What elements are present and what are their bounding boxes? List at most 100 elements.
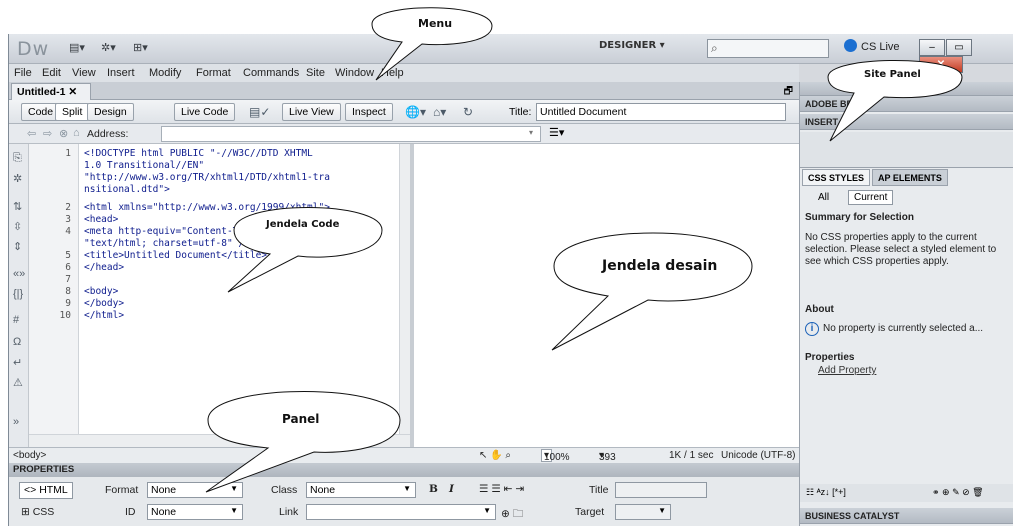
search-input[interactable]: ⌕ — [707, 39, 829, 58]
callout-menu-text: Menu — [418, 17, 453, 30]
link-input[interactable]: ▼ — [306, 504, 496, 520]
address-dropdown-icon[interactable]: ▾ — [529, 128, 533, 137]
maximize-button[interactable]: ▭ — [946, 39, 972, 56]
cs-live-button[interactable]: CS Live — [844, 39, 900, 53]
current-button[interactable]: Current — [848, 190, 894, 205]
css-styles-tab[interactable]: CSS STYLES — [802, 169, 871, 186]
add-property-link[interactable]: Add Property — [818, 365, 876, 377]
callout-bubble — [551, 232, 753, 351]
window-size[interactable]: 393 x 329 ▾ — [599, 450, 616, 485]
italic-button[interactable]: I — [449, 483, 454, 495]
title-label: Title: — [509, 106, 532, 118]
html-tab[interactable]: <> HTML — [19, 482, 73, 499]
document-toolbar: Code Split Design Live Code ▤✓ Live View… — [9, 100, 799, 124]
address-input[interactable] — [161, 126, 541, 142]
menu-site[interactable]: Site — [306, 67, 325, 79]
html-icon: <> — [24, 484, 37, 496]
expand-all-icon[interactable]: ⇕ — [13, 240, 22, 253]
select-tool-icon[interactable]: ↖ ✋ ⌕ — [479, 450, 511, 461]
document-tab[interactable]: Untitled-1 ✕ — [11, 83, 91, 100]
syntax-error-icon[interactable]: ⚠ — [13, 376, 23, 389]
menu-modify[interactable]: Modify — [149, 67, 181, 79]
zoom-select[interactable]: 100% ▾ — [541, 449, 570, 463]
live-view-button[interactable]: Live View — [282, 103, 341, 121]
right-panel-dock: ADOBE BR... INSERT CSS STYLES AP ELEMENT… — [799, 82, 1013, 526]
callout-panel-text: Panel — [282, 412, 320, 426]
line-numbers-icon[interactable]: # — [13, 314, 19, 326]
back-icon[interactable]: ⇦ — [27, 127, 36, 140]
forward-icon[interactable]: ⇨ — [43, 127, 52, 140]
menu-insert[interactable]: Insert — [107, 67, 135, 79]
code-line: <body> — [84, 286, 119, 297]
restore-document-icon[interactable]: 🗗 — [784, 84, 793, 101]
menu-file[interactable]: File — [14, 67, 32, 79]
browser-options-icon[interactable]: ☰▾ — [549, 126, 564, 139]
point-to-file-icon[interactable]: ⊕ 🗀 — [501, 506, 523, 524]
callout-bubble — [371, 7, 493, 81]
all-button[interactable]: All — [808, 190, 839, 205]
bold-button[interactable]: B — [429, 483, 438, 495]
refresh-icon[interactable]: ↻ — [463, 105, 473, 119]
code-line: nsitional.dtd"> — [84, 184, 170, 195]
title-input[interactable] — [615, 482, 707, 498]
line-number: 7 — [65, 274, 71, 285]
download-time: 1K / 1 sec — [669, 450, 714, 461]
highlight-invalid-icon[interactable]: Ω — [13, 336, 21, 348]
inspect-button[interactable]: Inspect — [345, 103, 393, 121]
select-parent-tag-icon[interactable]: «» — [13, 268, 25, 280]
properties-panel-header[interactable]: PROPERTIES — [9, 463, 799, 477]
code-line: <!DOCTYPE html PUBLIC "-//W3C//DTD XHTML — [84, 148, 313, 159]
preview-browser-icon[interactable]: 🌐▾ — [405, 105, 426, 119]
attach-stylesheet-icon[interactable]: ⚭ ⊕ ✎ ⊘ 🗑 — [932, 487, 984, 498]
collapse-selection-icon[interactable]: ⇳ — [13, 220, 22, 233]
show-code-navigator-icon[interactable]: ✲ — [13, 172, 22, 185]
document-title-input[interactable]: Untitled Document — [536, 103, 786, 121]
design-view-button[interactable]: Design — [87, 103, 134, 121]
tag-selector[interactable]: <body> — [13, 450, 46, 461]
id-select[interactable]: None ▼ — [147, 504, 243, 520]
callout-site-panel-text: Site Panel — [864, 69, 921, 80]
more-tools-icon[interactable]: » — [13, 416, 19, 428]
menu-commands[interactable]: Commands — [243, 67, 299, 79]
visual-aids-icon[interactable]: ⌂▾ — [433, 105, 446, 119]
title-label: Title — [589, 484, 609, 496]
line-number: 3 — [65, 214, 71, 225]
home-icon[interactable]: ⌂ — [73, 127, 80, 139]
address-bar: ⇦ ⇨ ⊗ ⌂ Address: ▾ ☰▾ — [9, 124, 799, 144]
site-menu-icon[interactable]: ⊞▾ — [133, 41, 148, 54]
line-number: 2 — [65, 202, 71, 213]
menu-edit[interactable]: Edit — [42, 67, 61, 79]
line-number: 1 — [65, 148, 71, 159]
menu-view[interactable]: View — [72, 67, 96, 79]
business-catalyst-panel[interactable]: BUSINESS CATALYST — [800, 508, 1013, 524]
line-number: 4 — [65, 226, 71, 237]
menu-format[interactable]: Format — [196, 67, 231, 79]
target-select[interactable]: ▼ — [615, 504, 671, 520]
extend-menu-icon[interactable]: ✲▾ — [101, 41, 116, 54]
format-label: Format — [105, 484, 139, 496]
close-tab-icon[interactable]: ✕ — [68, 86, 77, 98]
show-category-icon[interactable]: ☷ ᴬz↓ [*+] — [806, 487, 846, 498]
layout-menu-icon[interactable]: ▤▾ — [69, 41, 85, 54]
summary-text: No CSS properties apply to the current s… — [805, 232, 997, 267]
live-code-button[interactable]: Live Code — [174, 103, 236, 121]
css-tab[interactable]: ⊞ CSS — [21, 506, 54, 518]
ap-elements-tab[interactable]: AP ELEMENTS — [872, 169, 948, 186]
encoding: Unicode (UTF-8) — [721, 450, 796, 461]
about-text-row: i No property is currently selected a... — [805, 322, 983, 336]
link-label: Link — [279, 506, 299, 518]
check-compat-icon[interactable]: ▤✓ — [249, 105, 270, 119]
word-wrap-icon[interactable]: ↵ — [13, 356, 22, 369]
minimize-button[interactable]: – — [919, 39, 945, 56]
css-panel-footer: ☷ ᴬz↓ [*+] ⚭ ⊕ ✎ ⊘ 🗑 — [800, 484, 1013, 502]
workspace-switcher[interactable]: DESIGNER ▾ — [599, 40, 665, 51]
split-view-button[interactable]: Split — [55, 103, 90, 121]
target-label: Target — [575, 506, 605, 518]
balance-braces-icon[interactable]: {|} — [13, 288, 23, 300]
id-label: ID — [125, 506, 136, 518]
coding-toolbar: ⎘ ✲ ⇅ ⇳ ⇕ «» {|} # Ω ↵ ⚠ » — [9, 144, 29, 447]
list-indent-icons[interactable]: ☰ ☰ ⇤ ⇥ — [479, 483, 524, 495]
stop-icon[interactable]: ⊗ — [59, 127, 68, 140]
open-documents-icon[interactable]: ⎘ — [13, 152, 22, 165]
collapse-tag-icon[interactable]: ⇅ — [13, 200, 22, 213]
